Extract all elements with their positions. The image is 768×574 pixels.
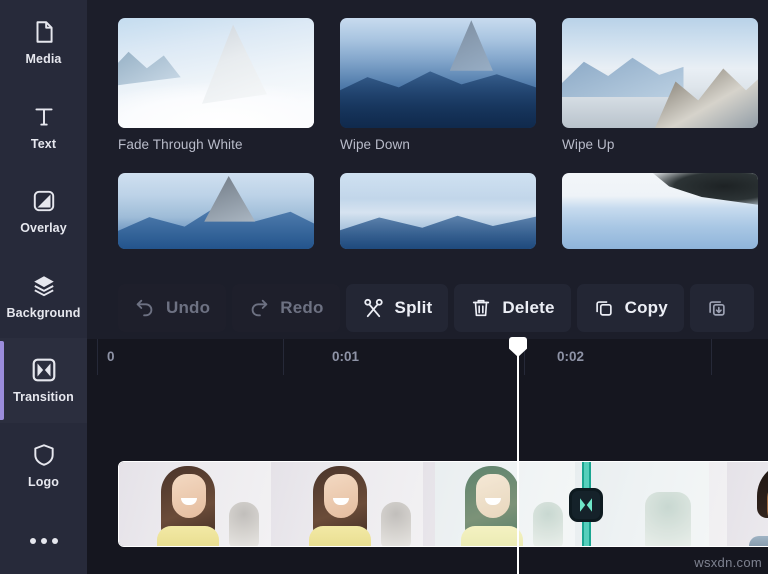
transition-card[interactable] <box>118 173 314 258</box>
ruler-separator <box>283 339 284 375</box>
editor-toolbar: Undo Redo Split Delete Copy <box>87 277 768 339</box>
trash-icon <box>470 297 492 319</box>
clipchamp-editor: Media Text Overlay Background Transition… <box>0 0 768 574</box>
split-label: Split <box>394 298 433 317</box>
redo-button[interactable]: Redo <box>232 284 340 332</box>
layers-icon <box>31 273 57 299</box>
transition-thumbnail[interactable] <box>340 173 536 249</box>
more-options-button[interactable] <box>0 507 87 574</box>
sidebar-item-media[interactable]: Media <box>0 0 87 85</box>
sidebar-item-label: Overlay <box>20 221 67 236</box>
transition-card[interactable]: Fade Through White <box>118 18 314 152</box>
document-icon <box>31 19 57 45</box>
transition-card[interactable]: Wipe Down <box>340 18 536 152</box>
scissors-icon <box>362 297 385 320</box>
timeline-transition-icon[interactable] <box>569 488 603 522</box>
copy-label: Copy <box>624 298 668 317</box>
ruler-separator <box>711 339 712 375</box>
clip-frame <box>727 462 768 546</box>
shield-icon <box>31 442 57 468</box>
transition-thumbnail[interactable] <box>562 18 758 128</box>
dot-icon <box>51 537 58 544</box>
delete-label: Delete <box>502 298 555 317</box>
clip-frame <box>119 462 271 546</box>
clip-filmstrip <box>119 462 768 546</box>
transition-label: Fade Through White <box>118 137 243 152</box>
sidebar-item-transition[interactable]: Transition <box>0 338 87 423</box>
overlay-icon <box>31 188 57 214</box>
transition-card[interactable] <box>562 173 758 258</box>
ruler-label: 0:01 <box>332 349 360 364</box>
sidebar-item-overlay[interactable]: Overlay <box>0 169 87 254</box>
dot-icon <box>40 537 47 544</box>
copy-icon <box>593 297 615 319</box>
duplicate-down-icon <box>706 297 728 319</box>
ruler-label: 0:02 <box>557 349 585 364</box>
undo-button[interactable]: Undo <box>118 284 227 332</box>
transition-card[interactable] <box>340 173 536 258</box>
transition-thumbnail[interactable] <box>340 18 536 128</box>
ruler-label: 0 <box>107 349 115 364</box>
transitions-panel: Fade Through White Wipe Down Wipe Up <box>87 0 768 277</box>
transition-label: Wipe Up <box>562 137 615 152</box>
sidebar-item-label: Background <box>6 305 81 320</box>
duplicate-button[interactable] <box>689 284 754 332</box>
sidebar-item-label: Logo <box>28 474 59 489</box>
sidebar-item-logo[interactable]: Logo <box>0 423 87 508</box>
watermark: wsxdn.com <box>694 555 762 570</box>
clip-frame <box>271 462 423 546</box>
playhead[interactable] <box>509 337 527 574</box>
transition-card[interactable]: Wipe Up <box>562 18 758 152</box>
sidebar-item-label: Transition <box>13 390 74 405</box>
redo-label: Redo <box>280 298 324 317</box>
redo-arrow-icon <box>248 297 270 319</box>
clip-frame <box>423 462 575 546</box>
transition-thumbnail[interactable] <box>562 173 758 249</box>
transition-icon <box>31 357 57 383</box>
video-clip[interactable] <box>118 461 768 547</box>
transition-thumbnail[interactable] <box>118 173 314 249</box>
left-sidebar: Media Text Overlay Background Transition… <box>0 0 87 574</box>
sidebar-item-text[interactable]: Text <box>0 85 87 170</box>
split-button[interactable]: Split <box>345 284 449 332</box>
transition-icon <box>580 498 592 512</box>
undo-label: Undo <box>166 298 211 317</box>
ruler-separator <box>97 339 98 375</box>
undo-arrow-icon <box>134 297 156 319</box>
sidebar-item-label: Media <box>25 52 62 67</box>
transitions-grid: Fade Through White Wipe Down Wipe Up <box>87 0 768 249</box>
transition-thumbnail[interactable] <box>118 18 314 128</box>
text-t-icon <box>31 104 57 130</box>
timeline-ruler[interactable]: 0 0:01 0:02 <box>87 339 768 375</box>
sidebar-item-label: Text <box>30 136 57 151</box>
sidebar-item-background[interactable]: Background <box>0 254 87 339</box>
transition-label: Wipe Down <box>340 137 410 152</box>
copy-button[interactable]: Copy <box>576 284 684 332</box>
delete-button[interactable]: Delete <box>454 284 571 332</box>
timeline[interactable]: 0 0:01 0:02 <box>87 337 768 574</box>
video-track[interactable] <box>118 461 768 547</box>
dot-icon <box>29 537 36 544</box>
